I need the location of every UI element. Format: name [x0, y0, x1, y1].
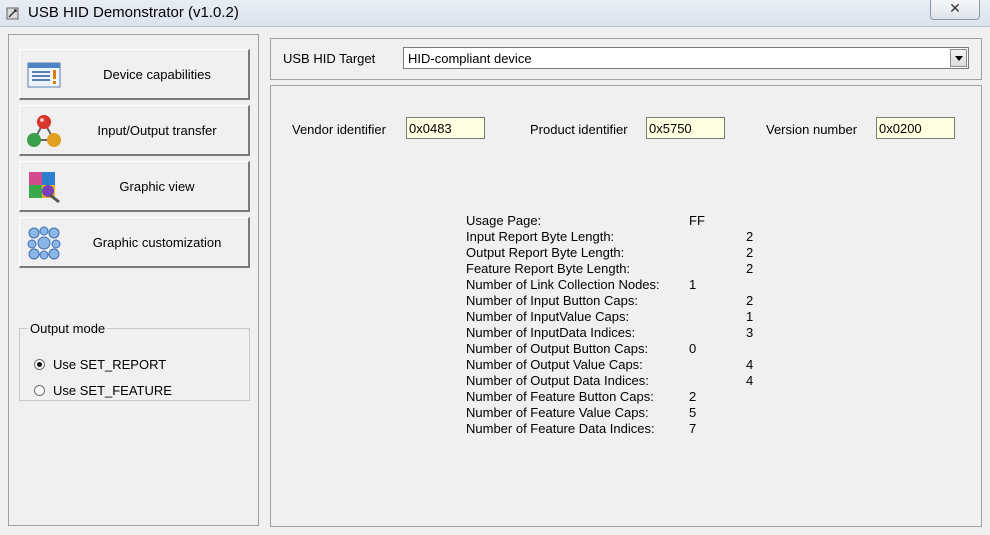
bubbles-grid-icon [27, 226, 61, 260]
title-bar: USB HID Demonstrator (v1.0.2) ✕ [0, 0, 990, 27]
capability-label: Number of Output Value Caps: [466, 357, 643, 372]
capability-label: Feature Report Byte Length: [466, 261, 631, 276]
capability-label: Output Report Byte Length: [466, 245, 625, 260]
radio-label: Use SET_FEATURE [53, 382, 172, 398]
capability-label: Input Report Byte Length: [466, 229, 615, 244]
capability-value: 1 [689, 277, 697, 292]
capability-value: 0 [689, 341, 697, 356]
vendor-id-label: Vendor identifier [292, 122, 386, 137]
capability-value: 2 [746, 261, 754, 276]
usb-app-icon [6, 7, 19, 20]
capability-label: Number of Input Button Caps: [466, 293, 638, 308]
capability-value: 7 [689, 421, 697, 436]
product-id-label: Product identifier [530, 122, 628, 137]
nav-label: Graphic customization [92, 235, 222, 250]
chevron-down-icon[interactable] [950, 49, 967, 67]
capability-value: 2 [689, 389, 697, 404]
graphic-view-button[interactable]: Graphic view [19, 161, 250, 212]
version-number-field[interactable]: 0x0200 [876, 117, 955, 139]
radio-button[interactable] [34, 384, 45, 396]
capability-label: Number of InputValue Caps: [466, 309, 630, 324]
capability-value: FF [689, 213, 705, 228]
document-list-icon [27, 62, 61, 88]
vendor-id-field[interactable]: 0x0483 [406, 117, 485, 139]
use-set-feature-radio[interactable]: Use SET_FEATURE [34, 380, 172, 400]
output-mode-group: Output mode Use SET_REPORT Use SET_FEATU… [19, 321, 250, 401]
capability-value: 4 [746, 357, 754, 372]
transfer-spheres-icon [27, 115, 61, 147]
input-output-transfer-button[interactable]: Input/Output transfer [19, 105, 250, 156]
capabilities-panel: Vendor identifier 0x0483 Product identif… [270, 85, 982, 527]
capability-value: 2 [746, 229, 754, 244]
window-title: USB HID Demonstrator (v1.0.2) [28, 4, 239, 21]
capability-label: Number of Feature Data Indices: [466, 421, 655, 436]
nav-label: Input/Output transfer [97, 123, 217, 138]
capability-value: 5 [689, 405, 697, 420]
left-nav-panel: Device capabilities Input/Output transfe… [8, 34, 259, 526]
capability-value: 2 [746, 245, 754, 260]
capability-value: 4 [746, 373, 754, 388]
capability-value: 1 [746, 309, 754, 324]
capability-value: 3 [746, 325, 754, 340]
radio-button-checked[interactable] [34, 358, 45, 370]
target-panel: USB HID Target HID-compliant device [270, 38, 982, 80]
nav-label: Graphic view [119, 179, 195, 194]
target-select[interactable]: HID-compliant device [403, 47, 969, 69]
radio-label: Use SET_REPORT [53, 356, 167, 372]
capability-label: Number of Output Button Caps: [466, 341, 649, 356]
target-label: USB HID Target [283, 51, 376, 66]
capability-label: Number of Link Collection Nodes: [466, 277, 660, 292]
capability-label: Number of Feature Value Caps: [466, 405, 649, 420]
device-capabilities-button[interactable]: Device capabilities [19, 49, 250, 100]
product-id-field[interactable]: 0x5750 [646, 117, 725, 139]
use-set-report-radio[interactable]: Use SET_REPORT [34, 354, 166, 374]
capability-label: Usage Page: [466, 213, 542, 228]
capability-label: Number of InputData Indices: [466, 325, 636, 340]
capability-label: Number of Feature Button Caps: [466, 389, 654, 404]
puzzle-graphic-icon [29, 172, 60, 204]
graphic-customization-button[interactable]: Graphic customization [19, 217, 250, 268]
output-mode-legend: Output mode [30, 321, 106, 336]
version-number-label: Version number [766, 122, 858, 137]
capability-value: 2 [746, 293, 754, 308]
close-button[interactable]: ✕ [930, 0, 980, 20]
capability-label: Number of Output Data Indices: [466, 373, 649, 388]
nav-label: Device capabilities [103, 67, 211, 82]
target-selected-value: HID-compliant device [408, 51, 532, 66]
